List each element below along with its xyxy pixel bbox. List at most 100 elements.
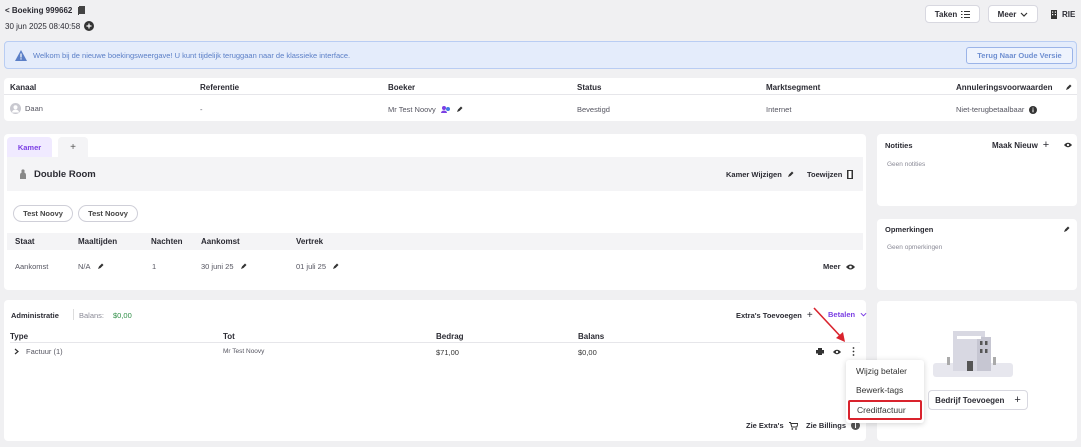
cart-icon: [788, 421, 798, 430]
booking-title: < Boeking 999662: [5, 6, 73, 15]
room-name: Double Room: [34, 169, 96, 180]
booker-text[interactable]: Mr Test Noovy: [388, 105, 436, 114]
menu-item-edit-tags[interactable]: Bewerk-tags: [856, 385, 903, 395]
notes-empty: Geen notities: [887, 161, 926, 168]
invoice-amount: $71,00: [436, 348, 459, 357]
add-extras-label: Extra's Toevoegen: [736, 311, 802, 320]
info-banner: Welkom bij de nieuwe boekingsweergave! U…: [4, 41, 1077, 69]
remarks-empty: Geen opmerkingen: [887, 244, 943, 251]
room-meer-button[interactable]: Meer: [823, 262, 855, 271]
copy-icon[interactable]: [78, 6, 86, 15]
hotel-selector[interactable]: RIE: [1050, 9, 1075, 19]
header-boeker: Boeker: [388, 83, 416, 92]
add-extras-button[interactable]: Extra's Toevoegen +: [736, 310, 813, 321]
balance-value: $0,00: [113, 311, 132, 320]
edit-icon[interactable]: [332, 263, 339, 270]
channel-value: Daan: [10, 103, 43, 114]
eye-icon[interactable]: [1064, 142, 1072, 148]
header-marktsegment: Marktsegment: [766, 83, 821, 92]
back-link[interactable]: < Boeking 999662: [5, 6, 86, 15]
header-balans: Balans: [578, 332, 605, 341]
notes-card: Notities Maak Nieuw + Geen notities: [877, 134, 1077, 206]
info-icon[interactable]: [1029, 105, 1038, 114]
invoice-type-text: Factuur (1): [26, 347, 63, 356]
room-meer-label: Meer: [823, 262, 841, 271]
header-vertrek: Vertrek: [296, 237, 324, 246]
header-aankomst: Aankomst: [201, 237, 240, 246]
add-company-button[interactable]: Bedrijf Toevoegen +: [928, 390, 1028, 410]
admin-card: Administratie Balans: $0,00 Extra's Toev…: [4, 300, 867, 441]
new-note-button[interactable]: Maak Nieuw +: [992, 139, 1049, 151]
change-room-button[interactable]: Kamer Wijzigen: [726, 170, 794, 179]
door-icon: [847, 170, 854, 179]
divider: [4, 94, 1077, 95]
see-billings-label: Zie Billings: [806, 421, 847, 430]
tab-add-room[interactable]: +: [58, 137, 88, 157]
chevron-down-icon: [860, 312, 867, 317]
see-extras-button[interactable]: Zie Extra's: [746, 421, 798, 430]
table-row[interactable]: Factuur (1) Mr Test Noovy $71,00 $0,00: [4, 343, 866, 360]
booking-date: 30 jun 2025 08:40:58: [5, 21, 81, 31]
cancellation-value: Niet-terugbetaalbaar: [956, 105, 1038, 114]
more-vertical-icon[interactable]: [852, 347, 855, 356]
assign-button[interactable]: Toewijzen: [807, 170, 854, 179]
edit-icon[interactable]: [97, 263, 104, 270]
invoice-balance: $0,00: [578, 348, 597, 357]
menu-item-change-payer[interactable]: Wijzig betaler: [856, 366, 907, 376]
taken-button[interactable]: Taken: [925, 5, 980, 23]
header-bedrag: Bedrag: [436, 332, 464, 341]
new-note-label: Maak Nieuw: [992, 140, 1038, 150]
header-status: Status: [577, 83, 602, 92]
remarks-title: Opmerkingen: [885, 225, 934, 234]
building-illustration-icon: [933, 331, 1013, 377]
banner-text: Welkom bij de nieuwe boekingsweergave! U…: [33, 51, 351, 60]
header-type: Type: [10, 332, 29, 341]
header-tot: Tot: [223, 332, 235, 341]
change-room-label: Kamer Wijzigen: [726, 170, 782, 179]
booking-date-row: 30 jun 2025 08:40:58: [5, 21, 95, 31]
booking-info-card: Kanaal Referentie Boeker Status Marktseg…: [4, 78, 1077, 121]
meals-text: N/A: [78, 262, 91, 271]
print-icon[interactable]: [816, 348, 824, 355]
old-version-button[interactable]: Terug Naar Oude Versie: [966, 47, 1073, 64]
menu-item-credit-invoice[interactable]: Creditfactuur: [848, 400, 922, 420]
see-extras-label: Zie Extra's: [746, 421, 784, 430]
chevron-right-icon[interactable]: [14, 348, 19, 355]
edit-icon[interactable]: [240, 263, 247, 270]
room-header: Double Room Kamer Wijzigen Toewijzen: [7, 157, 863, 191]
meer-label: Meer: [997, 9, 1017, 19]
header-nachten: Nachten: [151, 237, 183, 246]
users-icon[interactable]: [440, 106, 451, 113]
status-value: Bevestigd: [577, 105, 610, 114]
arrival-value: 30 juni 25: [201, 262, 247, 271]
edit-icon[interactable]: [456, 106, 463, 113]
avatar-icon: [10, 103, 21, 114]
notes-title: Notities: [885, 141, 913, 150]
meer-button[interactable]: Meer: [988, 5, 1038, 23]
warning-icon: [15, 50, 27, 61]
arrival-text: 30 juni 25: [201, 262, 234, 271]
eye-icon[interactable]: [833, 349, 841, 355]
channel-text: Daan: [25, 104, 43, 113]
departure-value: 01 juli 25: [296, 262, 339, 271]
invoice-type[interactable]: Factuur (1): [14, 347, 63, 356]
remarks-card: Opmerkingen Geen opmerkingen: [877, 219, 1077, 290]
header-kanaal: Kanaal: [10, 83, 37, 92]
segment-value: Internet: [766, 105, 792, 114]
building-icon: [1051, 10, 1057, 19]
guest-chip[interactable]: Test Noovy: [78, 205, 138, 222]
departure-text: 01 juli 25: [296, 262, 327, 271]
nights-value: 1: [152, 262, 157, 271]
edit-icon[interactable]: [1063, 226, 1070, 233]
hotel-code: RIE: [1062, 9, 1076, 19]
edit-icon[interactable]: [1065, 84, 1072, 91]
divider: [73, 309, 74, 320]
plus-icon: +: [1042, 139, 1050, 151]
assign-label: Toewijzen: [807, 170, 843, 179]
taken-label: Taken: [934, 9, 958, 19]
header-maaltijden: Maaltijden: [78, 237, 118, 246]
add-circle-icon[interactable]: [84, 21, 95, 31]
plus-icon: +: [1014, 394, 1021, 406]
guest-chip[interactable]: Test Noovy: [13, 205, 73, 222]
tab-kamer[interactable]: Kamer: [7, 137, 52, 157]
